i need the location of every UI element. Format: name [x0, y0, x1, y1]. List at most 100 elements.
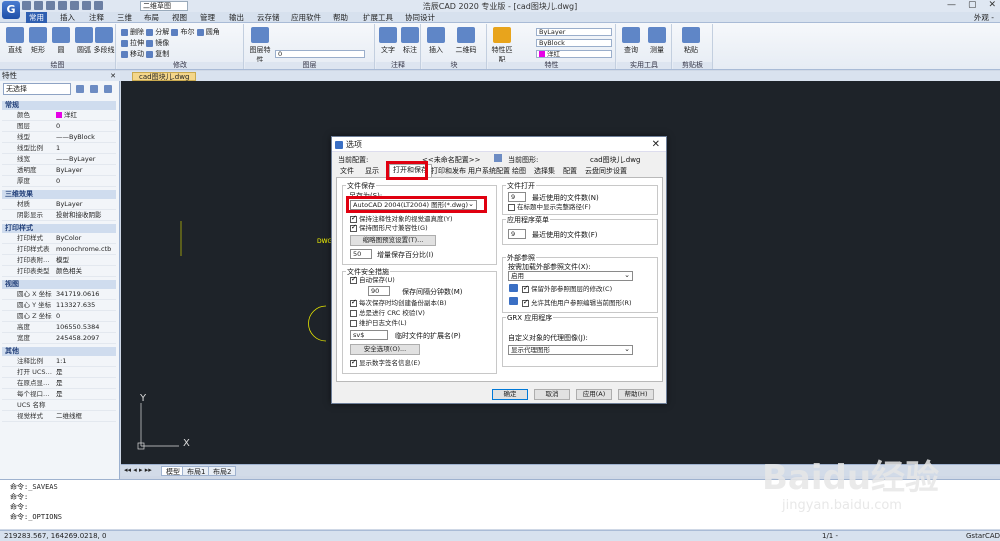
match-props-button[interactable]: 特性匹配 [490, 27, 514, 65]
rect-button[interactable]: 矩形 [26, 27, 50, 55]
prop-row[interactable]: 线型 ——ByBlock [2, 133, 116, 143]
incremental-save-input[interactable]: 50 [350, 249, 372, 259]
minimize-icon[interactable]: — [947, 0, 956, 10]
ok-button[interactable]: 确定 [492, 389, 528, 400]
annotation-scale[interactable]: 1/1 - [822, 531, 838, 541]
appearance-menu[interactable]: 外观 - [974, 12, 994, 23]
prop-row[interactable]: 打印表附… 模型 [2, 256, 116, 266]
full-path-checkbox[interactable]: 在标题中显示完整路径(F) [508, 203, 591, 211]
maximize-icon[interactable]: ▢ [968, 0, 977, 10]
proxy-select[interactable]: 显示代理图形 [508, 345, 633, 355]
layer-props-button[interactable]: 图层特性 [248, 27, 272, 65]
query-button[interactable]: 查询 [619, 27, 643, 55]
keep-xref-changes-checkbox[interactable]: 保留外部参照图层的修改(C) [522, 284, 612, 293]
prop-row[interactable]: 圆心 Z 坐标 0 [2, 312, 116, 322]
prop-row[interactable]: 厚度 0 [2, 177, 116, 187]
prop-row[interactable]: 材质 ByLayer [2, 200, 116, 210]
prop-row[interactable]: 打印表类型 颜色相关 [2, 267, 116, 277]
tab-manage[interactable]: 管理 [197, 12, 218, 23]
color-dropdown[interactable]: 洋红 [536, 50, 612, 58]
line-button[interactable]: 直线 [3, 27, 27, 55]
tab-layout1[interactable]: 布局1 [182, 466, 211, 476]
section-3d[interactable]: 三维效果 [2, 190, 116, 199]
boolean-button[interactable]: 布尔 [180, 28, 194, 36]
tab-ext-tools[interactable]: 扩展工具 [360, 12, 396, 23]
section-view[interactable]: 视图 [2, 280, 116, 289]
prop-row[interactable]: 宽度 245458.2097 [2, 334, 116, 344]
tab-collab[interactable]: 协同设计 [402, 12, 438, 23]
tab-layout[interactable]: 布局 [141, 12, 162, 23]
toggle-pickadd-icon[interactable] [76, 85, 84, 93]
annotation-fidelity-checkbox[interactable]: 保持注释性对象的视觉逼真度(Y) [350, 214, 453, 223]
backup-checkbox[interactable]: 每次保存时均创建备份副本(B) [350, 298, 447, 307]
polyline-button[interactable]: 多段线 [92, 27, 116, 55]
tab-annotate[interactable]: 注释 [86, 12, 107, 23]
demand-load-select[interactable]: 启用 [508, 271, 633, 281]
close-icon[interactable]: ✕ [110, 71, 116, 81]
mirror-button[interactable]: 镜像 [155, 39, 169, 47]
move-button[interactable]: 移动 [130, 50, 144, 58]
allow-refedit-checkbox[interactable]: 允许其他用户参照编辑当前图形(R) [522, 298, 632, 307]
select-objects-icon[interactable] [90, 85, 98, 93]
tab-3d[interactable]: 三维 [114, 12, 135, 23]
tab-output[interactable]: 输出 [226, 12, 247, 23]
tab-nav-icon[interactable]: ◂◂ ◂ ▸ ▸▸ [124, 466, 152, 474]
temp-ext-input[interactable]: sv$ [350, 330, 388, 340]
dim-button[interactable]: 标注 [398, 27, 422, 55]
prop-row[interactable]: 每个视口… 是 [2, 390, 116, 400]
cancel-button[interactable]: 取消 [534, 389, 570, 400]
tab-plot-publish[interactable]: 打印和发布 [428, 166, 469, 177]
tab-profiles[interactable]: 配置 [560, 166, 580, 177]
section-general[interactable]: 常规 [2, 101, 116, 110]
autosave-checkbox[interactable]: 自动保存(U) [350, 275, 395, 284]
thumbnail-settings-button[interactable]: 缩略图预览设置(T)... [350, 235, 436, 246]
tab-user-prefs[interactable]: 用户系统配置 [465, 166, 513, 177]
tab-layout2[interactable]: 布局2 [208, 466, 237, 476]
prop-row[interactable]: 图层 0 [2, 122, 116, 132]
autosave-minutes-input[interactable]: 90 [368, 286, 390, 296]
section-misc[interactable]: 其他 [2, 347, 116, 356]
prop-row[interactable]: 视觉样式 二维线框 [2, 412, 116, 422]
prop-row[interactable]: 注释比例 1:1 [2, 357, 116, 367]
app-menu-button[interactable]: G [2, 1, 20, 19]
prop-row[interactable]: 阴影显示 投射和接收阴影 [2, 211, 116, 221]
prop-row[interactable]: 颜色 洋红 [2, 111, 116, 121]
erase-button[interactable]: 删除 [130, 28, 144, 36]
prop-row[interactable]: 圆心 Y 坐标 113327.635 [2, 301, 116, 311]
recent-files-input[interactable]: 9 [508, 192, 526, 202]
quick-select-icon[interactable] [104, 85, 112, 93]
crc-checkbox[interactable]: 总是进行 CRC 校验(V) [350, 309, 425, 317]
tab-apps[interactable]: 应用软件 [288, 12, 324, 23]
prop-row[interactable]: 打印样式 ByColor [2, 234, 116, 244]
section-plot-style[interactable]: 打印样式 [2, 224, 116, 233]
tab-cloud[interactable]: 云存储 [254, 12, 283, 23]
selection-dropdown[interactable]: 无选择 [3, 83, 71, 95]
paste-button[interactable]: 粘贴 [679, 27, 703, 55]
measure-button[interactable]: 测量 [645, 27, 669, 55]
explode-button[interactable]: 分解 [155, 28, 169, 36]
prop-row[interactable]: 高度 106550.5384 [2, 323, 116, 333]
drawing-size-checkbox[interactable]: 保持图形尺寸兼容性(G) [350, 223, 428, 232]
current-layer-dropdown[interactable]: 0 [275, 50, 365, 58]
security-options-button[interactable]: 安全选项(O)... [350, 344, 420, 355]
prop-row[interactable]: 在原点显… 是 [2, 379, 116, 389]
prop-row[interactable]: 打印样式表 monochrome.ctb [2, 245, 116, 255]
insert-button[interactable]: 插入 [424, 27, 448, 55]
close-icon[interactable]: ✕ [988, 0, 996, 10]
prop-row[interactable]: 打开 UCS… 是 [2, 368, 116, 378]
tab-help[interactable]: 帮助 [330, 12, 351, 23]
circle-button[interactable]: 圆 [49, 27, 73, 55]
close-icon[interactable]: ✕ [652, 137, 660, 152]
text-button[interactable]: 文字 [376, 27, 400, 55]
prop-row[interactable]: 透明度 ByLayer [2, 166, 116, 176]
fillet-button[interactable]: 圆角 [206, 28, 220, 36]
document-tab[interactable]: cad图块儿.dwg [132, 72, 197, 81]
tab-cloud-sync[interactable]: 云盘同步设置 [582, 166, 630, 177]
prop-row[interactable]: 线型比例 1 [2, 144, 116, 154]
menu-recent-input[interactable]: 9 [508, 229, 526, 239]
tab-display[interactable]: 显示 [362, 166, 382, 177]
stretch-button[interactable]: 拉伸 [130, 39, 144, 47]
tab-insert[interactable]: 插入 [57, 12, 78, 23]
digital-signature-checkbox[interactable]: 显示数字签名信息(E) [350, 358, 420, 367]
tab-view[interactable]: 视图 [169, 12, 190, 23]
